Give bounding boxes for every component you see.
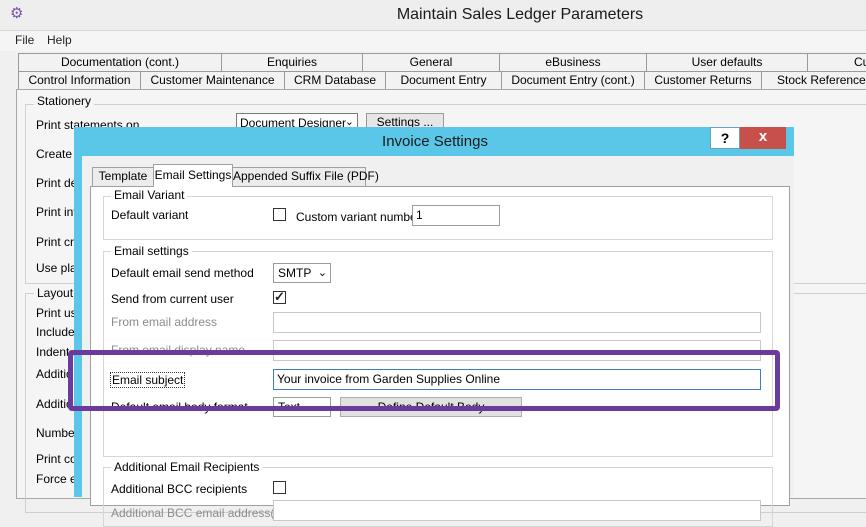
close-button[interactable]: x xyxy=(740,127,786,149)
tab-document-entry-cont[interactable]: Document Entry (cont.) xyxy=(501,71,645,90)
tab-control-information[interactable]: Control Information xyxy=(18,71,141,90)
chevron-down-icon: ⌄ xyxy=(317,267,327,279)
send-method-label: Default email send method xyxy=(111,266,254,280)
email-settings-title: Email settings xyxy=(111,244,192,258)
from-address-input[interactable] xyxy=(273,312,761,333)
main-window-title: Maintain Sales Ledger Parameters xyxy=(396,6,644,23)
tab-crm-database[interactable]: CRM Database xyxy=(284,71,386,90)
tab-enquiries[interactable]: Enquiries xyxy=(221,53,363,72)
send-method-combo[interactable]: SMTP ⌄ xyxy=(273,263,331,283)
help-button[interactable]: ? xyxy=(710,127,740,149)
email-variant-title: Email Variant xyxy=(111,188,188,202)
bcc-address-label: Additional BCC email address(es) xyxy=(111,506,292,520)
invoice-settings-dialog: Invoice Settings ? x Template Email Sett… xyxy=(74,127,794,527)
tab-appended-suffix-file[interactable]: Appended Suffix File (PDF) xyxy=(232,167,379,186)
tab-template[interactable]: Template xyxy=(92,167,154,186)
menubar: File Help xyxy=(0,31,866,51)
email-settings-panel: Email Variant Default variant Custom var… xyxy=(90,186,790,527)
tab-row-2: Control Information Customer Maintenance… xyxy=(0,71,866,90)
custom-variant-input[interactable]: 1 xyxy=(412,205,500,226)
number-label: Number xyxy=(36,426,79,440)
include-label: Include xyxy=(36,325,75,339)
tab-user-defaults[interactable]: User defaults xyxy=(646,53,808,72)
print-using-label: Print usi xyxy=(36,306,80,320)
menu-help[interactable]: Help xyxy=(47,33,72,47)
bcc-recipients-label: Additional BCC recipients xyxy=(111,482,248,496)
tab-stock-reference[interactable]: Stock Reference F xyxy=(761,71,866,90)
bcc-recipients-checkbox[interactable] xyxy=(273,481,286,494)
dialog-body: Template Email Settings Appended Suffix … xyxy=(82,156,794,527)
send-method-value: SMTP xyxy=(278,266,312,280)
tab-email-settings[interactable]: Email Settings xyxy=(153,164,233,187)
send-from-user-label: Send from current user xyxy=(111,292,234,306)
from-address-label: From email address xyxy=(111,315,218,329)
dialog-title: Invoice Settings xyxy=(382,133,488,150)
tab-documentation-cont[interactable]: Documentation (cont.) xyxy=(18,53,222,72)
use-plain-label: Use plai xyxy=(36,261,80,275)
tab-document-entry[interactable]: Document Entry xyxy=(385,71,502,90)
tab-customer-returns[interactable]: Customer Returns xyxy=(644,71,762,90)
default-variant-checkbox[interactable] xyxy=(273,208,286,221)
bcc-address-input[interactable] xyxy=(273,500,761,521)
tab-customer-maintenance[interactable]: Customer Maintenance xyxy=(140,71,285,90)
tab-cu[interactable]: Cu xyxy=(807,53,866,72)
send-from-user-checkbox[interactable] xyxy=(273,289,286,305)
tab-row-1: Documentation (cont.) Enquiries General … xyxy=(0,53,866,72)
tab-ebusiness[interactable]: eBusiness xyxy=(499,53,647,72)
custom-variant-label: Custom variant number xyxy=(296,210,421,224)
additional-recipients-title: Additional Email Recipients xyxy=(111,460,263,474)
menu-file[interactable]: File xyxy=(15,33,34,47)
tab-general[interactable]: General xyxy=(362,53,500,72)
highlight-annotation xyxy=(68,350,780,411)
stationery-group-title: Stationery xyxy=(34,94,95,108)
default-variant-label: Default variant xyxy=(111,208,189,222)
